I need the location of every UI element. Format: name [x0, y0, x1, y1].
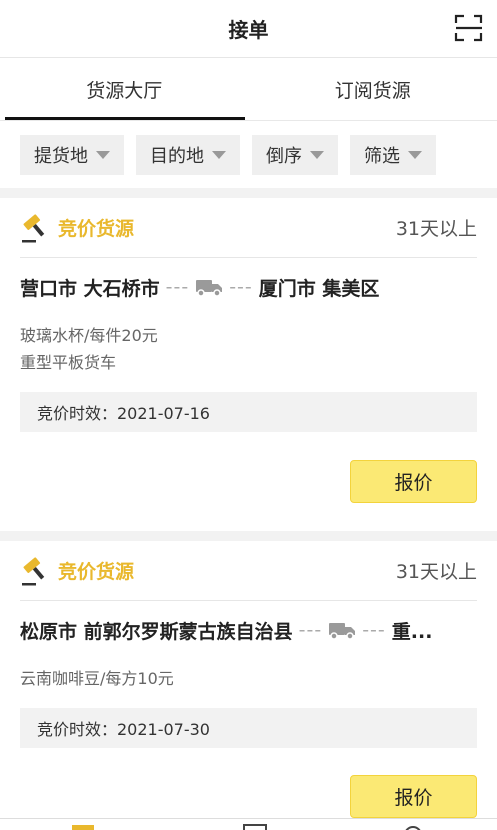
button-row: 报价: [20, 432, 477, 531]
badge-label: 竞价货源: [58, 218, 135, 240]
truck-icon: [196, 280, 223, 297]
bid-validity: 竞价时效：2021-07-16: [20, 392, 477, 432]
route: 松原市 前郭尔罗斯蒙古族自治县 --- --- 重...: [20, 601, 477, 659]
bidding-badge: 竞价货源: [20, 554, 134, 588]
filter-pickup-location[interactable]: 提货地: [20, 134, 124, 175]
gavel-icon: [22, 213, 45, 242]
card-header: 竞价货源 31天以上: [20, 541, 477, 601]
quote-button[interactable]: 报价: [350, 460, 477, 503]
destination: 重...: [391, 620, 433, 643]
filter-destination[interactable]: 目的地: [136, 134, 240, 175]
bottom-nav: [0, 818, 497, 830]
bidding-badge: 竞价货源: [20, 211, 134, 245]
route-dash: ---: [229, 276, 253, 298]
origin: 营口市 大石桥市: [20, 277, 160, 300]
cargo-card[interactable]: 竞价货源 31天以上 营口市 大石桥市 --- --- 厦门市 集美区 玻璃水杯…: [0, 198, 497, 531]
scan-icon[interactable]: [454, 13, 484, 43]
cargo-list: 竞价货源 31天以上 营口市 大石桥市 --- --- 厦门市 集美区 玻璃水杯…: [0, 198, 497, 828]
route-dash: ---: [362, 619, 386, 641]
chevron-down-icon: [212, 150, 226, 159]
tab-bar: 货源大厅 订阅货源: [0, 58, 497, 120]
bid-validity: 竞价时效：2021-07-30: [20, 708, 477, 748]
vehicle-type: 重型平板货车: [20, 353, 117, 372]
badge-label: 竞价货源: [58, 561, 135, 583]
tab-subscribed-cargo[interactable]: 订阅货源: [249, 58, 497, 120]
nav-profile-icon[interactable]: [398, 823, 428, 830]
cargo-description: 云南咖啡豆/每方10元: [20, 665, 477, 692]
quote-button[interactable]: 报价: [350, 775, 477, 818]
chevron-down-icon: [408, 150, 422, 159]
cargo-card[interactable]: 竞价货源 31天以上 松原市 前郭尔罗斯蒙古族自治县 --- --- 重... …: [0, 541, 497, 818]
chevron-down-icon: [310, 150, 324, 159]
cargo-description: 玻璃水杯/每件20元 重型平板货车: [20, 322, 477, 376]
route-dash: ---: [298, 619, 323, 641]
nav-home-icon[interactable]: [68, 823, 98, 830]
filter-sort-desc[interactable]: 倒序: [252, 134, 338, 175]
button-row: 报价: [20, 748, 477, 818]
card-header: 竞价货源 31天以上: [20, 198, 477, 258]
gavel-icon: [22, 556, 45, 585]
filter-label: 筛选: [364, 145, 400, 167]
time-label: 31天以上: [395, 561, 477, 583]
route: 营口市 大石桥市 --- --- 厦门市 集美区: [20, 258, 477, 316]
page-title: 接单: [228, 18, 269, 42]
filter-label: 目的地: [150, 145, 204, 167]
route-dash: ---: [165, 276, 190, 298]
cargo-goods: 玻璃水杯/每件20元: [20, 326, 158, 345]
filter-label: 倒序: [266, 145, 302, 167]
time-label: 31天以上: [395, 218, 477, 240]
nav-orders-icon[interactable]: [240, 823, 270, 830]
chevron-down-icon: [96, 150, 110, 159]
destination: 厦门市 集美区: [258, 277, 380, 300]
filter-label: 提货地: [34, 145, 88, 167]
filter-screen[interactable]: 筛选: [350, 134, 436, 175]
tab-cargo-hall[interactable]: 货源大厅: [0, 58, 249, 120]
top-bar: 接单: [0, 0, 497, 58]
filter-bar: 提货地 目的地 倒序 筛选: [0, 120, 497, 188]
cargo-goods: 云南咖啡豆/每方10元: [20, 669, 174, 688]
truck-icon: [329, 623, 356, 640]
origin: 松原市 前郭尔罗斯蒙古族自治县: [20, 620, 293, 643]
